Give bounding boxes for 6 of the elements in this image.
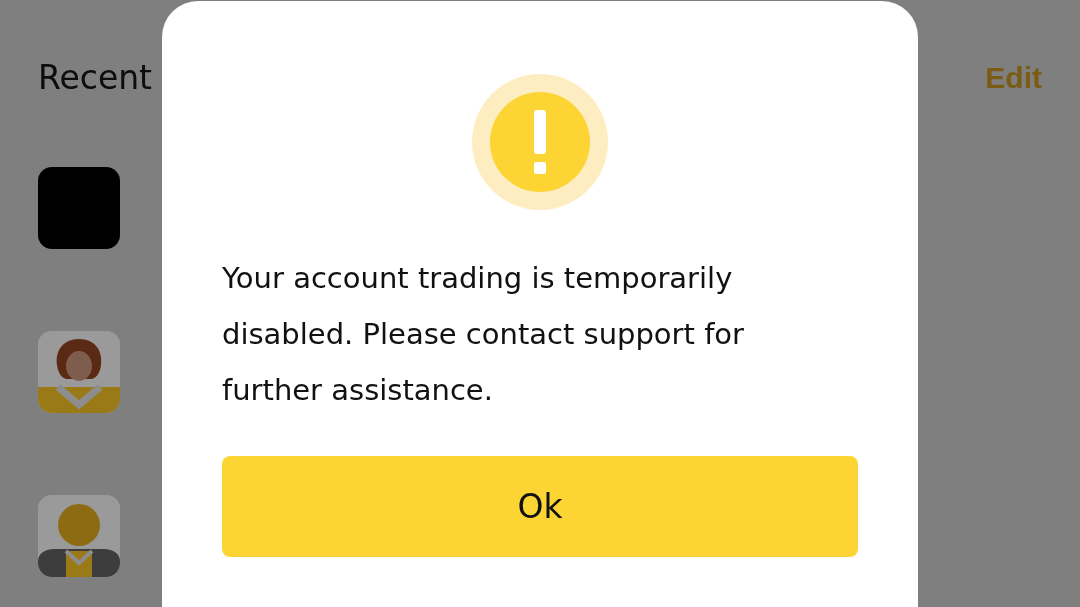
ok-button[interactable]: Ok (222, 456, 858, 557)
avatar-icon (38, 331, 120, 413)
warning-icon (472, 74, 608, 210)
section-title: Recent (38, 58, 153, 97)
avatar-icon (38, 495, 120, 577)
alert-message: Your account trading is temporarily disabled. Please contact support for further assistance. (222, 260, 745, 409)
